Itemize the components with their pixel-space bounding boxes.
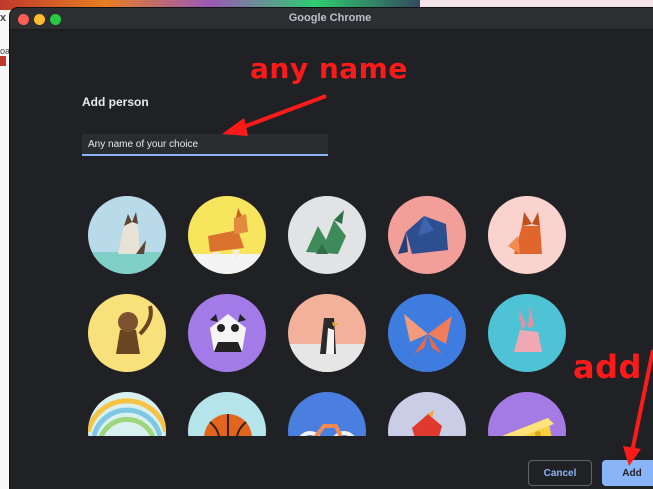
avatar-fox[interactable]: [488, 196, 566, 274]
avatar-monkey[interactable]: [88, 294, 166, 372]
avatar-penguin[interactable]: [288, 294, 366, 372]
avatar-bird[interactable]: [388, 392, 466, 436]
background-tab-text: oa: [0, 46, 11, 56]
avatar-butterfly[interactable]: [388, 294, 466, 372]
avatar-cat[interactable]: [88, 196, 166, 274]
avatar-panda[interactable]: [188, 294, 266, 372]
avatar-corgi[interactable]: [188, 196, 266, 274]
avatar-unicorn[interactable]: [88, 392, 166, 436]
background-favicon: [0, 56, 6, 66]
avatar-rabbit[interactable]: [488, 294, 566, 372]
avatar-cheese[interactable]: [488, 392, 566, 436]
add-button[interactable]: Add: [602, 460, 653, 486]
avatar-bicycle[interactable]: [288, 392, 366, 436]
avatar-basketball[interactable]: [188, 392, 266, 436]
background-close-icon[interactable]: x: [0, 12, 6, 24]
cancel-button[interactable]: Cancel: [528, 460, 592, 486]
annotation-add: add: [573, 348, 642, 386]
avatar-elephant[interactable]: [388, 196, 466, 274]
avatar-dragon[interactable]: [288, 196, 366, 274]
annotation-any-name: any name: [250, 52, 408, 85]
